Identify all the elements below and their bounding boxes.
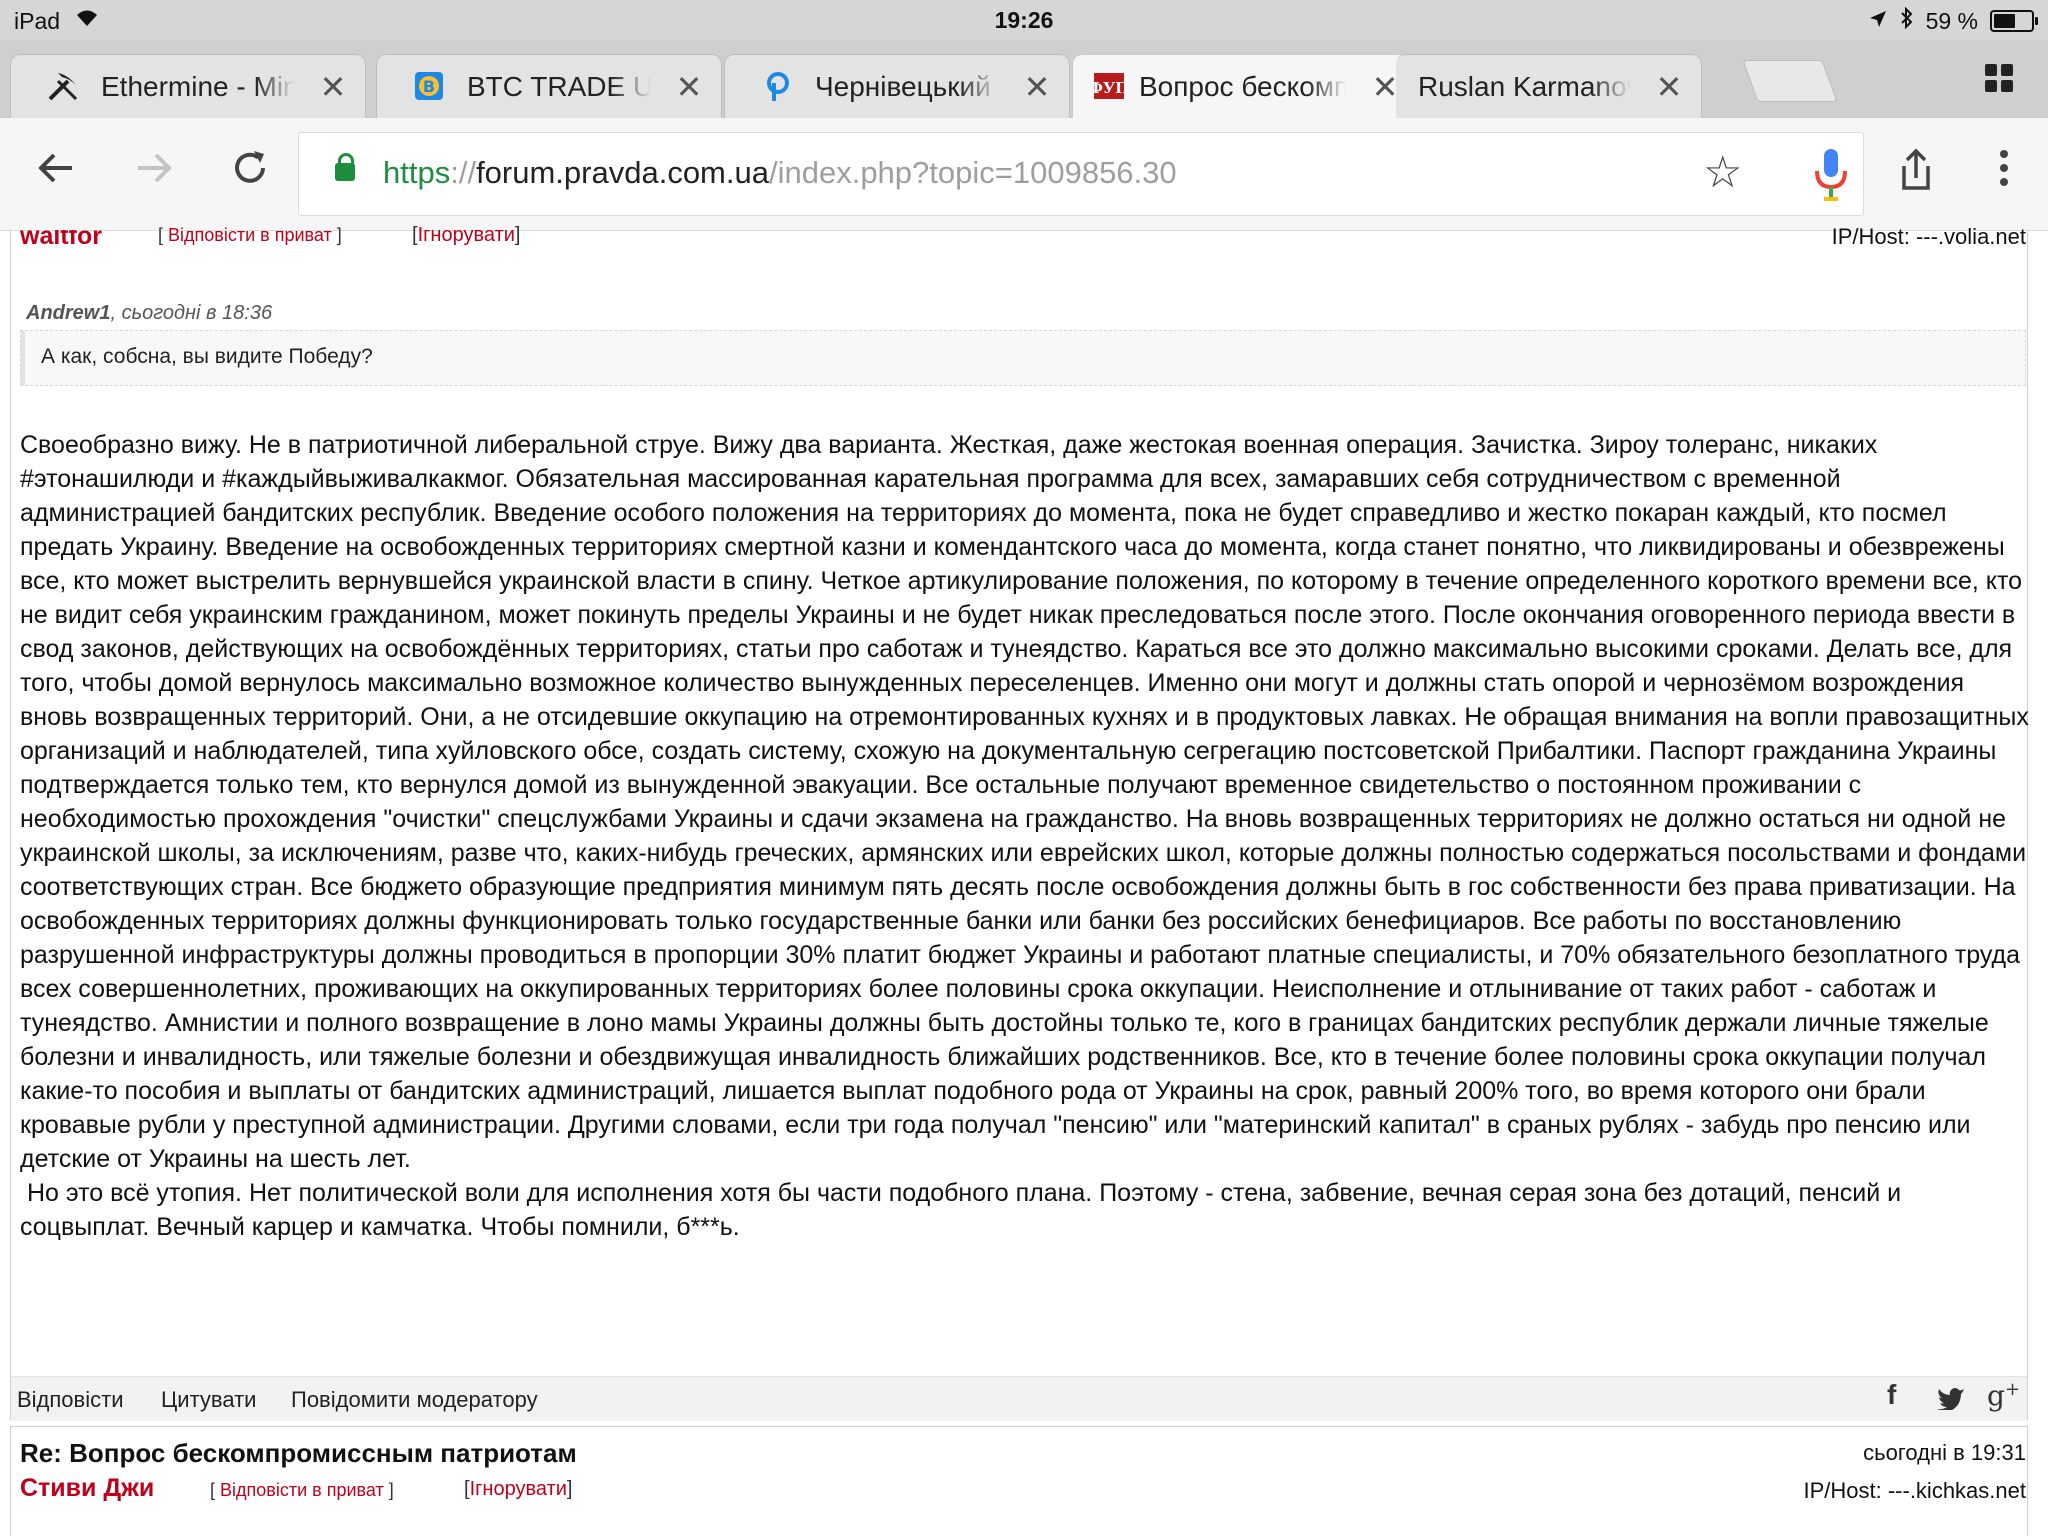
close-tab-icon[interactable]: ✕ — [671, 69, 707, 105]
close-tab-icon[interactable]: ✕ — [1651, 69, 1687, 105]
tab-chernivtsi-forum[interactable]: Чернівецький фо ✕ — [724, 54, 1070, 118]
post-action-bar: Відповісти Цитувати Повідомити модератор… — [11, 1376, 2027, 1421]
ios-status-bar: iPad 19:26 59 % — [0, 0, 2048, 40]
svg-text:B: B — [423, 77, 435, 96]
tab-ethermine[interactable]: Ethermine - Miner ✕ — [10, 54, 366, 118]
quote-header: Andrew1, сьогодні в 18:36 — [26, 302, 272, 325]
forward-arrow-icon[interactable] — [128, 148, 180, 200]
pickaxe-icon — [45, 69, 81, 105]
close-tab-icon[interactable]: ✕ — [315, 69, 351, 105]
tab-btc-trade[interactable]: B BTC TRADE UA - ✕ — [376, 54, 722, 118]
quote-link[interactable]: Цитувати — [161, 1387, 256, 1413]
battery-icon — [1990, 10, 2038, 32]
close-tab-icon[interactable]: ✕ — [1019, 69, 1055, 105]
report-moderator-link[interactable]: Повідомити модератору — [291, 1387, 538, 1413]
bookmark-star-icon[interactable]: ☆ — [1703, 149, 1742, 197]
private-reply-link[interactable]: [ Відповісти в приват ] — [158, 225, 342, 246]
post-time: сьогодні в 19:31 — [1863, 1440, 2026, 1465]
tab-title: Ruslan Karmanov — [1418, 71, 1631, 103]
tab-pravda-forum-active[interactable]: ФУП Вопрос бескомп ✕ — [1072, 54, 1418, 118]
battery-percent: 59 % — [1925, 7, 1978, 34]
post-body: Своеобразно вижу. Не в патриотичной либе… — [20, 428, 2030, 1244]
pravda-forum-icon: ФУП — [1089, 69, 1129, 105]
facebook-icon[interactable]: f — [1887, 1379, 1896, 1411]
btc-trade-icon: B — [411, 69, 447, 105]
private-reply-link[interactable]: [ Відповісти в приват ] — [210, 1480, 394, 1501]
tab-strip: Ethermine - Miner ✕ B BTC TRADE UA - ✕ Ч… — [0, 40, 2048, 118]
more-menu-icon[interactable] — [1978, 148, 2030, 200]
forum-icon — [759, 69, 795, 105]
tab-title: Ethermine - Miner — [101, 71, 295, 103]
post-author-link[interactable]: Стиви Джи — [20, 1474, 154, 1503]
tab-title: BTC TRADE UA - — [467, 71, 651, 103]
lock-icon — [335, 153, 355, 181]
browser-toolbar: https://forum.pravda.com.ua/index.php?to… — [0, 118, 2048, 231]
quote-author[interactable]: Andrew1 — [26, 302, 110, 324]
share-icon[interactable] — [1890, 148, 1942, 200]
bluetooth-icon — [1900, 6, 1914, 35]
quote-box: А как, собсна, вы видите Победу? — [20, 330, 2026, 386]
quote-time: , сьогодні в 18:36 — [110, 302, 273, 324]
url-text[interactable]: https://forum.pravda.com.ua/index.php?to… — [383, 155, 1177, 191]
post-title[interactable]: Re: Вопрос бескомпромиссным патриотам — [20, 1438, 577, 1469]
ip-host-label: IP/Host: ---.kichkas.net — [1803, 1478, 2026, 1503]
microphone-icon[interactable] — [1801, 143, 1861, 207]
twitter-icon[interactable] — [1937, 1385, 1965, 1417]
location-arrow-icon — [1868, 8, 1888, 35]
ip-host-label: IP/Host: ---.volia.net — [1831, 224, 2026, 249]
clock: 19:26 — [994, 7, 1054, 33]
post-body-paragraph: Но это всё утопия. Нет политической воли… — [20, 1179, 1909, 1241]
new-tab-button[interactable] — [1742, 60, 1838, 102]
tab-title: Чернівецький фо — [815, 71, 999, 103]
svg-text:ФУП: ФУП — [1092, 79, 1126, 97]
google-plus-icon[interactable]: g+ — [1987, 1379, 2020, 1412]
ignore-link[interactable]: [Ігнорувати] — [464, 1478, 572, 1501]
quote-text: А как, собсна, вы видите Победу? — [41, 345, 373, 368]
tab-ruslan-karmanov[interactable]: Ruslan Karmanov ✕ — [1396, 54, 1702, 118]
post-body-paragraph: Своеобразно вижу. Не в патриотичной либе… — [20, 431, 2029, 1173]
tab-title: Вопрос бескомп — [1139, 71, 1347, 103]
reload-icon[interactable] — [224, 148, 276, 200]
reply-link[interactable]: Відповісти — [17, 1387, 124, 1413]
back-arrow-icon[interactable] — [30, 148, 82, 200]
tab-switcher-icon[interactable] — [1985, 64, 2015, 94]
ignore-link[interactable]: [Ігнорувати] — [412, 224, 520, 247]
address-bar[interactable]: https://forum.pravda.com.ua/index.php?to… — [298, 132, 1864, 216]
